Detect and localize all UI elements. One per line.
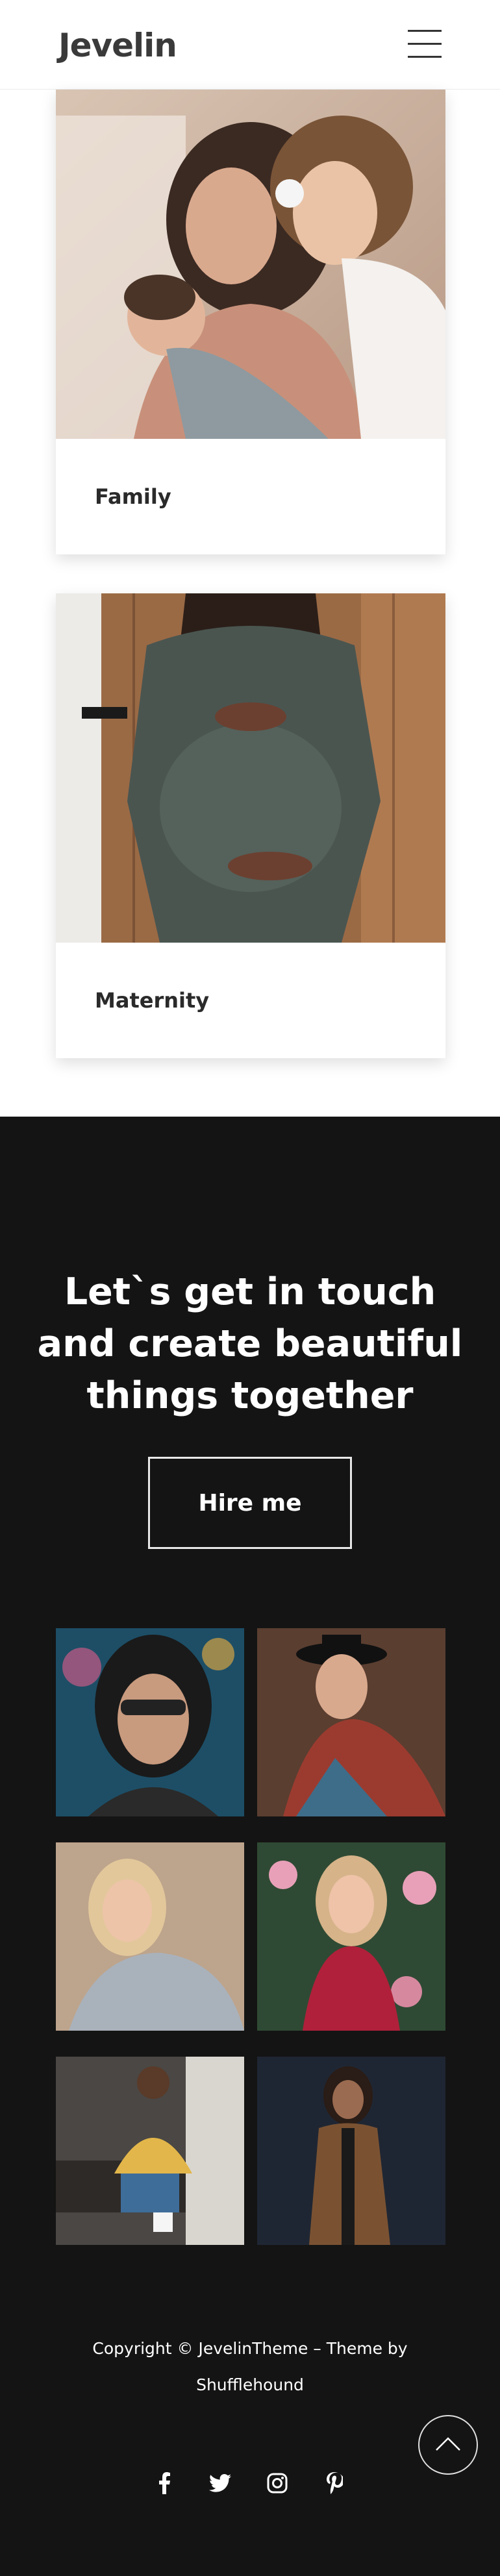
woman-black-hat-photo[interactable] [257, 1628, 445, 1816]
twitter-icon[interactable] [204, 2467, 236, 2499]
social-links [0, 2467, 500, 2506]
woman-red-dress-flowers-photo[interactable] [257, 1842, 445, 2031]
woman-brown-coat-photo[interactable] [257, 2057, 445, 2245]
site-logo[interactable]: Jevelin [58, 25, 177, 66]
instagram-icon[interactable] [261, 2467, 294, 2499]
mother-with-children-photo [56, 90, 445, 439]
site-header: Jevelin [0, 0, 500, 90]
man-sitting-colorful-shirt-photo[interactable] [56, 2057, 244, 2245]
contact-section: Let`s get in touch and create beautiful … [0, 1117, 500, 2576]
copyright-text: Copyright © JevelinTheme – Theme by Shuf… [0, 2331, 500, 2403]
hamburger-menu-icon[interactable] [408, 30, 442, 58]
portfolio-card-family[interactable]: Family [56, 90, 445, 554]
card-title[interactable]: Maternity [56, 943, 445, 1058]
facebook-icon[interactable] [148, 2467, 181, 2499]
hire-me-button[interactable]: Hire me [148, 1457, 352, 1549]
portfolio-card-maternity[interactable]: Maternity [56, 593, 445, 1058]
copyright-line: Copyright © JevelinTheme – Theme by [92, 2339, 408, 2358]
page: Jevelin Family Maternity Let`s get in to… [0, 0, 500, 2576]
pinterest-icon[interactable] [318, 2467, 351, 2499]
author-link[interactable]: Shufflehound [0, 2367, 500, 2403]
woman-sunglasses-neon-photo[interactable] [56, 1628, 244, 1816]
chevron-up-icon [436, 2437, 460, 2451]
card-title[interactable]: Family [56, 439, 445, 554]
back-to-top-button[interactable] [418, 2415, 478, 2475]
blonde-woman-sweater-photo[interactable] [56, 1842, 244, 2031]
pregnant-woman-photo [56, 593, 445, 943]
cta-heading: Let`s get in touch and create beautiful … [37, 1270, 463, 1417]
